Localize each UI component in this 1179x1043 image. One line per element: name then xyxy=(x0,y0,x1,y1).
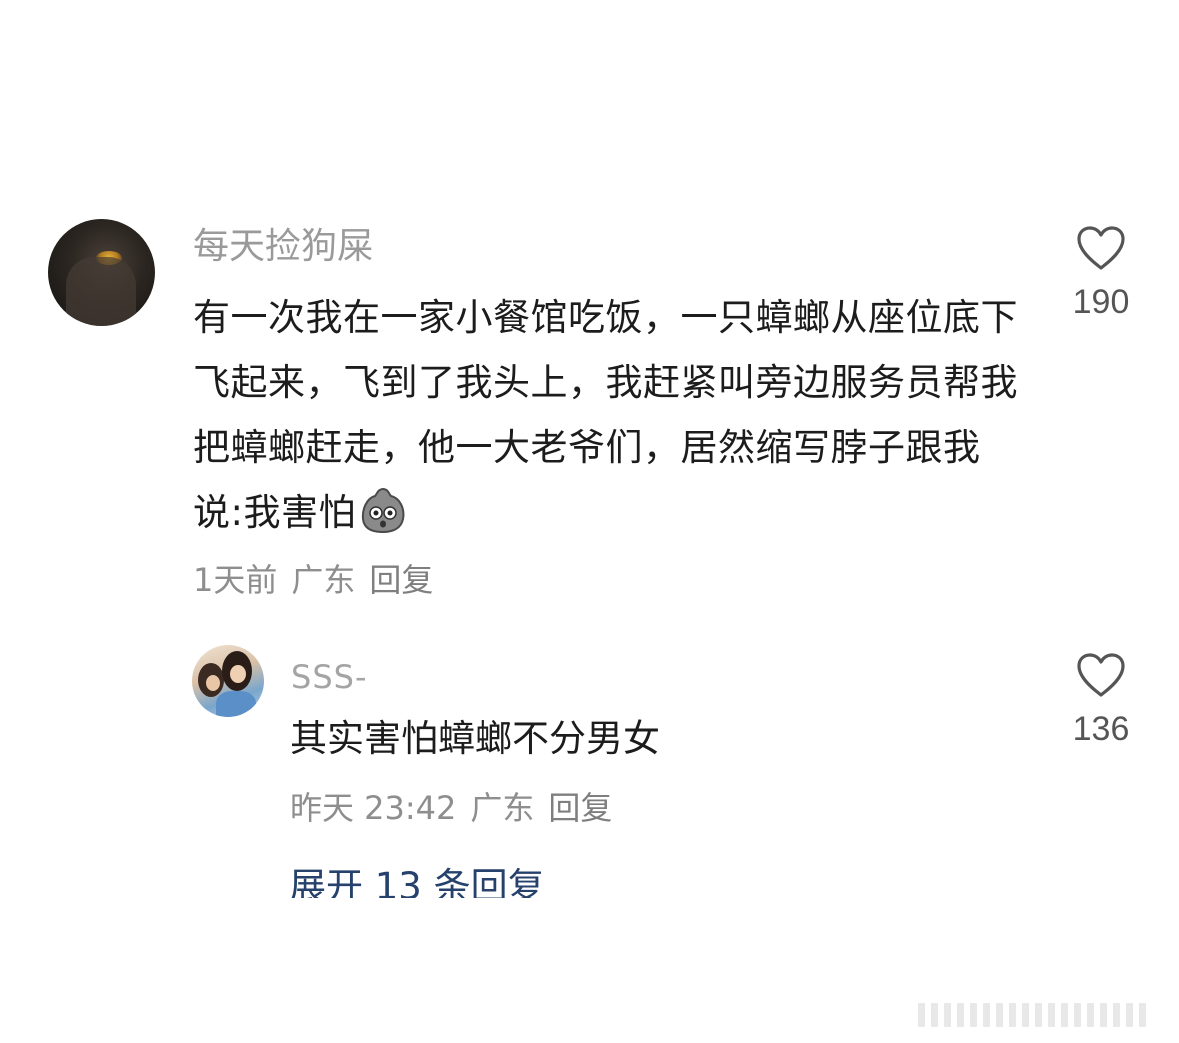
comment-like-button[interactable]: 190 xyxy=(1056,224,1146,324)
heart-outline-icon xyxy=(1077,226,1125,270)
reply-location: 广东 xyxy=(470,789,535,827)
comment-body: 有一次我在一家小餐馆吃饭，一只蟑螂从座位底下飞起来，飞到了我头上，我赶紧叫旁边服… xyxy=(193,285,1023,545)
reply-reply-button[interactable]: 回复 xyxy=(548,789,612,827)
watermark xyxy=(918,1000,1170,1030)
reply-time: 昨天 23:42 xyxy=(290,789,457,827)
comment-time: 1天前 xyxy=(193,561,278,599)
reply-body: 其实害怕蟑螂不分男女 xyxy=(290,717,660,760)
replier-avatar[interactable] xyxy=(192,645,264,717)
replier-username[interactable]: SSS- xyxy=(291,655,367,699)
reply-meta: 昨天 23:42 广东 回复 xyxy=(290,786,626,830)
commenter-avatar[interactable] xyxy=(48,219,155,326)
shocked-blob-emoji xyxy=(361,487,405,534)
comment-like-count: 190 xyxy=(1072,283,1130,321)
comment-location: 广东 xyxy=(291,561,356,599)
comment-meta: 1天前 广东 回复 xyxy=(193,558,447,602)
comment-reply-button[interactable]: 回复 xyxy=(369,561,433,599)
reply-like-count: 136 xyxy=(1072,710,1130,748)
heart-outline-icon xyxy=(1077,653,1125,697)
expand-replies-button[interactable]: 展开 13 条回复 xyxy=(289,862,545,898)
comment-text: 有一次我在一家小餐馆吃饭，一只蟑螂从座位底下飞起来，飞到了我头上，我赶紧叫旁边服… xyxy=(193,296,1018,534)
commenter-username[interactable]: 每天捡狗屎 xyxy=(193,223,373,271)
reply-like-button[interactable]: 136 xyxy=(1056,651,1146,751)
